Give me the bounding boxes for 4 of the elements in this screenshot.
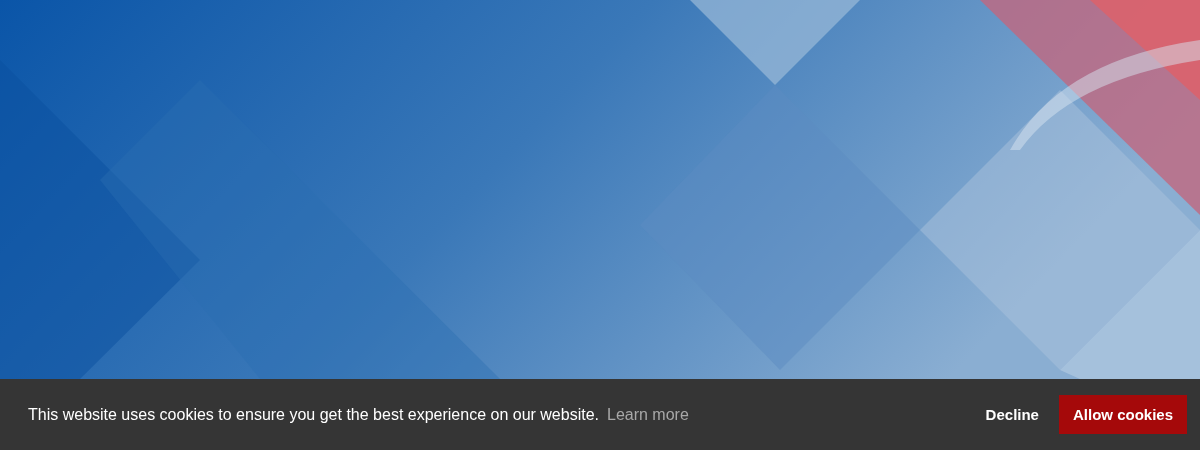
allow-cookies-button[interactable]: Allow cookies	[1058, 395, 1187, 434]
learn-more-link[interactable]: Learn more	[607, 405, 689, 423]
decline-button[interactable]: Decline	[971, 395, 1053, 434]
cookie-message: This website uses cookies to ensure you get the best experience on our website.	[28, 405, 599, 423]
